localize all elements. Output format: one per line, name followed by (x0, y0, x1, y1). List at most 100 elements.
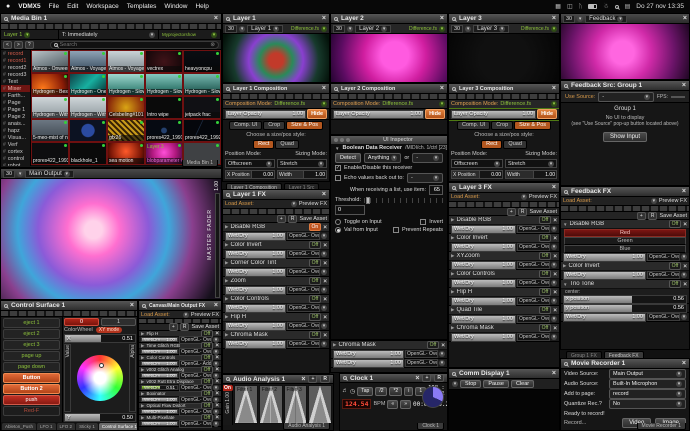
bin-page-hapz[interactable]: #hapz (1, 127, 30, 134)
preview-fx-toggle[interactable]: Preview FX (659, 198, 687, 204)
wetdry-slider[interactable]: Wet/Dry1.00 (451, 225, 516, 234)
disclosure-icon[interactable]: ▼ (563, 282, 567, 287)
media-clip[interactable]: Layer 3blobparameter # (145, 142, 183, 165)
fps-box[interactable]: 30 (563, 15, 575, 23)
colorwheel-y-slider[interactable]: Y0.50 (64, 413, 136, 422)
prevent-repeats-checkbox[interactable] (393, 227, 399, 233)
composition-mode-value[interactable]: Difference.fs (500, 101, 531, 107)
x-position-slider[interactable]: x position0.56 (563, 295, 687, 304)
fx-trio-tone[interactable]: ▼Trio ToneOff× (561, 280, 689, 289)
disclosure-icon[interactable]: ▶ (225, 242, 228, 248)
inspector-titlebar[interactable]: UI Inspector (331, 136, 447, 144)
minimize-dot[interactable] (340, 138, 344, 142)
menu-clock[interactable]: Do 27 nov 13:35 (636, 3, 684, 10)
media-bin-titlebar[interactable]: Media Bin 1× (1, 14, 221, 24)
bin-page-mixer[interactable]: #Mixer (1, 85, 30, 92)
disclosure-icon[interactable]: ▶ (225, 332, 228, 338)
disclosure-icon[interactable]: ▶ (141, 343, 144, 349)
dropdown-icon[interactable]: ▾ (551, 101, 557, 107)
save-asset-button[interactable]: Save Asset (529, 209, 557, 215)
media-clip[interactable]: prores422_1991 (145, 119, 183, 142)
blend-options-icon[interactable]: ▾ (681, 254, 687, 260)
media-clip[interactable]: Hydrogen - Slow (145, 73, 183, 96)
add-fx-button[interactable]: + (637, 212, 646, 220)
search-field[interactable]: ⊗ (50, 41, 219, 49)
fx-remove-icon[interactable]: × (215, 414, 219, 421)
close-icon[interactable]: × (552, 15, 556, 22)
fx-remove-icon[interactable]: × (553, 253, 557, 260)
blend-mode-dropdown[interactable]: OpenGL- Over (287, 322, 320, 330)
bottom-tab-sticky-1[interactable]: Sticky 1 (76, 423, 98, 430)
colorwheel-x-slider[interactable]: X0.51 (64, 334, 136, 343)
wetdry-slider[interactable]: Wet/Dry1.00 (225, 304, 286, 313)
pause-button[interactable]: Pause (483, 380, 509, 388)
receive-button[interactable]: R (320, 375, 330, 383)
disclosure-icon[interactable]: ▶ (141, 331, 144, 337)
fx-enable-toggle[interactable]: Off (539, 252, 552, 260)
xy-mode-badge[interactable]: XY mode (96, 327, 122, 333)
toggle-on-input-radio[interactable] (335, 219, 341, 225)
media-clip[interactable]: prores422_1992 (183, 119, 221, 142)
blend-options-icon[interactable]: ▾ (321, 305, 327, 311)
menu-window[interactable]: Window (164, 3, 187, 10)
dropdown-icon[interactable]: ▾ (321, 26, 327, 32)
fx-remove-icon[interactable]: × (553, 235, 557, 242)
fx-enable-toggle[interactable]: Off (309, 259, 322, 267)
receive-button[interactable]: R (518, 208, 528, 216)
layer3-titlebar[interactable]: Layer 3× (449, 14, 559, 24)
menu-workspace[interactable]: Workspace (86, 3, 118, 10)
blend-options-icon[interactable]: ▾ (439, 351, 445, 357)
channel-toggle-red[interactable]: Red (564, 229, 686, 237)
blend-options-icon[interactable]: ▾ (551, 334, 557, 340)
blend-options-icon[interactable]: ▾ (321, 287, 327, 293)
media-clip[interactable]: 5-meo-mist of n eye (31, 119, 69, 142)
rect-button[interactable]: Rect (253, 140, 274, 149)
hide-button[interactable]: Hide (307, 109, 327, 119)
fx-remove-icon[interactable]: × (323, 314, 327, 321)
media-clip[interactable]: Hydrogen - With (31, 96, 69, 119)
feedback-src-titlebar[interactable]: Feedback Src: Group 1× (561, 81, 689, 91)
fps-box[interactable]: 30 (3, 170, 15, 178)
bin-page-visua-[interactable]: #Visua... (1, 134, 30, 141)
blend-mode-dropdown[interactable]: OpenGL- Over (287, 340, 320, 348)
zoom-dot[interactable] (346, 138, 350, 142)
bin-page-record3[interactable]: #record3 (1, 71, 30, 78)
close-icon[interactable]: × (322, 191, 326, 198)
clock-i-button[interactable]: i (404, 387, 413, 396)
disclosure-icon[interactable]: ▶ (225, 278, 228, 284)
disclosure-icon[interactable]: ▶ (225, 314, 228, 320)
disclosure-icon[interactable]: ▶ (141, 355, 144, 361)
threshold-slider[interactable] (364, 198, 443, 203)
channel-toggle-green[interactable]: Green (564, 237, 686, 245)
menu-templates[interactable]: Templates (127, 3, 157, 10)
bin-page-record2[interactable]: #record2 (1, 64, 30, 71)
wetdry-slider[interactable]: Wet/Dry1.00 (141, 397, 178, 402)
close-icon[interactable]: × (682, 360, 686, 367)
mission-control-icon[interactable]: ▦ (555, 3, 561, 10)
search-input[interactable] (60, 42, 209, 48)
hide-button[interactable]: Hide (537, 109, 557, 119)
media-clip[interactable]: Atmos - Voyager (69, 50, 107, 73)
fx-remove-icon[interactable]: × (323, 332, 327, 339)
fx-remove-icon[interactable]: × (683, 281, 687, 288)
output-name[interactable]: Main Output▾ (25, 170, 74, 178)
layer2-composition-titlebar[interactable]: Layer 2 Composition× (331, 84, 447, 94)
preview-fx-toggle[interactable]: Preview FX (299, 201, 327, 207)
wetdry-slider[interactable]: Wet/Dry1.00 (451, 315, 516, 324)
disclosure-icon[interactable]: ▶ (451, 217, 454, 223)
media-clip[interactable]: Atmos - Voyager (107, 50, 145, 73)
media-clip[interactable]: Hydrogen - Slow (107, 73, 145, 96)
disclosure-icon[interactable]: ▶ (225, 224, 228, 230)
asset-dropdown-icon[interactable]: ▾ (183, 312, 189, 318)
hide-button[interactable]: Hide (425, 109, 445, 119)
match-dropdown[interactable]: Anything▾ (364, 153, 401, 163)
disclosure-icon[interactable]: ▶ (451, 235, 454, 241)
composition-mode-value[interactable]: Difference.fs (382, 101, 413, 107)
apple-icon[interactable]: ● (6, 3, 10, 10)
fx-remove-icon[interactable]: × (553, 271, 557, 278)
bin-page-page-1[interactable]: #Page 1 (1, 106, 30, 113)
clock-titlebar[interactable]: Clock 1×+R (340, 374, 447, 383)
wetdry-slider[interactable]: Wet/Dry1.00 (225, 232, 286, 241)
fx-enable-toggle[interactable]: Off (539, 288, 552, 296)
x-position-field[interactable]: X Position0.00 (225, 170, 275, 179)
